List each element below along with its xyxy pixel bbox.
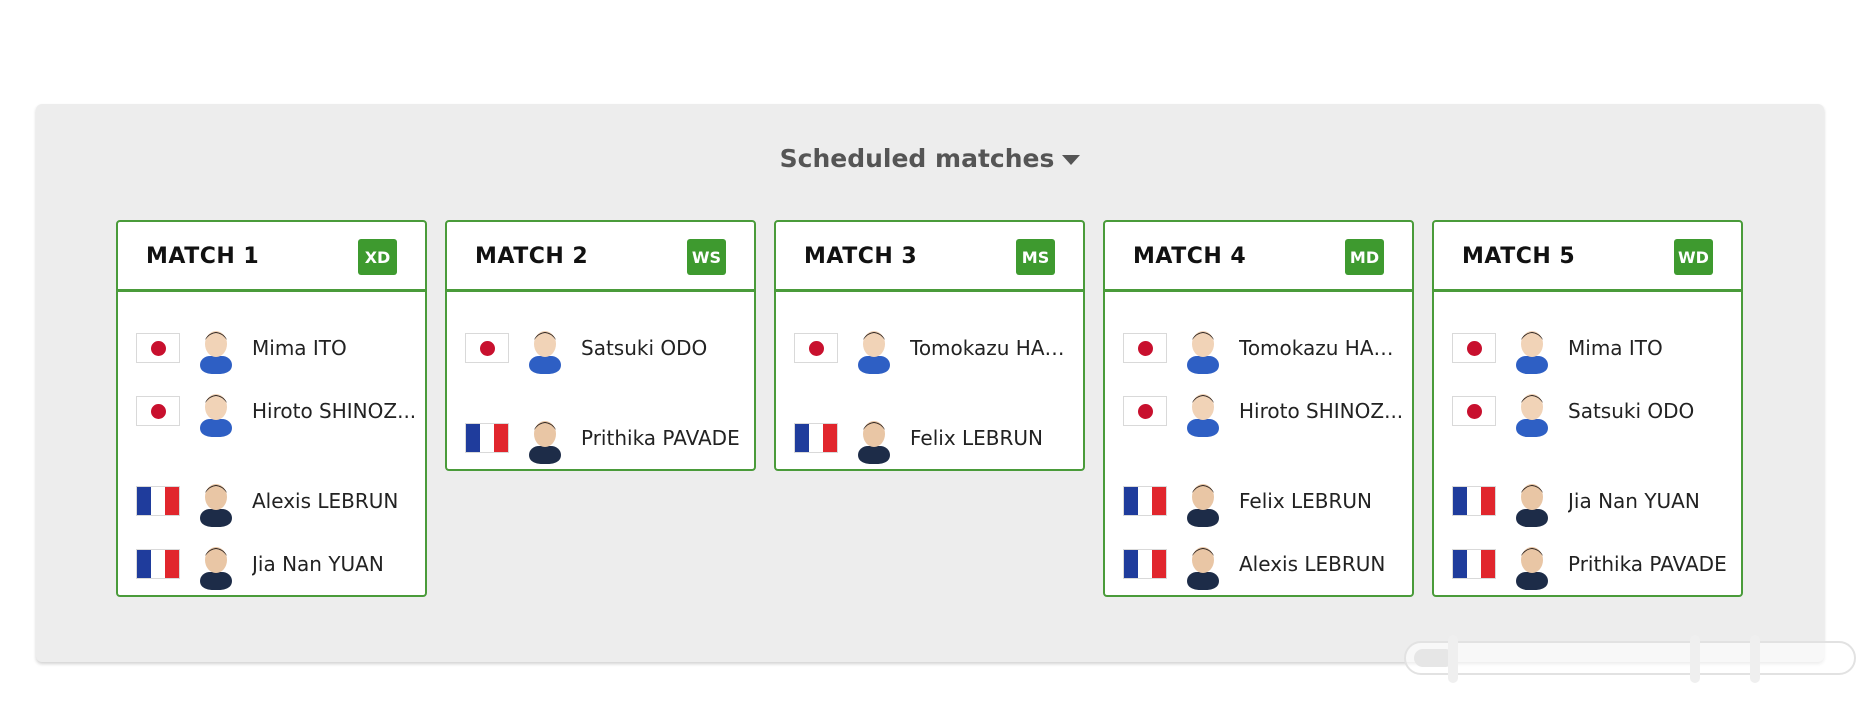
- france-flag-icon: [1452, 486, 1496, 516]
- player-name: Prithika PAVADE: [581, 426, 740, 450]
- player-name: Alexis LEBRUN: [252, 489, 399, 513]
- japan-flag-icon: [136, 396, 180, 426]
- player-name: Satsuki ODO: [1568, 399, 1695, 423]
- scrollbar-marker: [1690, 635, 1700, 683]
- scheduled-matches-dropdown[interactable]: Scheduled matches: [36, 144, 1824, 173]
- player-name: Felix LEBRUN: [1239, 489, 1373, 513]
- player-name: Tomokazu HARI...: [910, 336, 1075, 360]
- japan-flag-icon: [1452, 396, 1496, 426]
- player-avatar: [1510, 475, 1554, 527]
- player-avatar: [194, 538, 238, 590]
- match-card[interactable]: MATCH 5 WD Mima ITO Satsuki ODO Jia Nan YUAN…: [1432, 220, 1743, 597]
- player-avatar: [194, 475, 238, 527]
- player-avatar: [852, 412, 896, 464]
- match-card-header: MATCH 1 XD: [118, 222, 425, 292]
- player-row[interactable]: Tomokazu HARI...: [776, 320, 1083, 376]
- player-name: Tomokazu HARI...: [1239, 336, 1404, 360]
- player-name: Jia Nan YUAN: [1568, 489, 1700, 513]
- france-flag-icon: [1452, 549, 1496, 579]
- japan-flag-icon: [1123, 396, 1167, 426]
- match-card[interactable]: MATCH 3 MS Tomokazu HARI... Felix LEBRUN: [774, 220, 1085, 471]
- player-row[interactable]: Jia Nan YUAN: [118, 536, 425, 592]
- player-avatar: [523, 412, 567, 464]
- france-flag-icon: [794, 423, 838, 453]
- match-card-header: MATCH 2 WS: [447, 222, 754, 292]
- match-card-header: MATCH 3 MS: [776, 222, 1083, 292]
- player-avatar: [852, 322, 896, 374]
- player-avatar: [1181, 538, 1225, 590]
- japan-flag-icon: [1123, 333, 1167, 363]
- france-flag-icon: [465, 423, 509, 453]
- match-card[interactable]: MATCH 2 WS Satsuki ODO Prithika PAVADE: [445, 220, 756, 471]
- player-name: Jia Nan YUAN: [252, 552, 384, 576]
- player-avatar: [1181, 385, 1225, 437]
- event-badge: XD: [358, 239, 397, 275]
- player-row[interactable]: Alexis LEBRUN: [118, 473, 425, 529]
- section-title: Scheduled matches: [779, 144, 1055, 173]
- player-name: Hiroto SHINOZ...: [252, 399, 417, 423]
- event-badge: MS: [1016, 239, 1055, 275]
- match-title: MATCH 2: [475, 244, 589, 269]
- scrollbar-marker: [1750, 635, 1760, 683]
- match-title: MATCH 3: [804, 244, 918, 269]
- france-flag-icon: [136, 486, 180, 516]
- match-card[interactable]: MATCH 4 MD Tomokazu HARI... Hiroto SHINOZ..…: [1103, 220, 1414, 597]
- match-card-header: MATCH 4 MD: [1105, 222, 1412, 292]
- horizontal-scrollbar[interactable]: [1404, 635, 1856, 683]
- player-name: Hiroto SHINOZ...: [1239, 399, 1404, 423]
- japan-flag-icon: [794, 333, 838, 363]
- match-title: MATCH 5: [1462, 244, 1576, 269]
- player-row[interactable]: Prithika PAVADE: [447, 410, 754, 466]
- event-badge: WS: [687, 239, 726, 275]
- player-avatar: [523, 322, 567, 374]
- japan-flag-icon: [136, 333, 180, 363]
- match-title: MATCH 4: [1133, 244, 1247, 269]
- player-row[interactable]: Satsuki ODO: [447, 320, 754, 376]
- player-avatar: [194, 385, 238, 437]
- player-avatar: [1510, 538, 1554, 590]
- player-row[interactable]: Alexis LEBRUN: [1105, 536, 1412, 592]
- player-name: Alexis LEBRUN: [1239, 552, 1386, 576]
- japan-flag-icon: [1452, 333, 1496, 363]
- player-avatar: [1181, 322, 1225, 374]
- match-card[interactable]: MATCH 1 XD Mima ITO Hiroto SHINOZ... Alexis …: [116, 220, 427, 597]
- player-row[interactable]: Tomokazu HARI...: [1105, 320, 1412, 376]
- japan-flag-icon: [465, 333, 509, 363]
- scheduled-matches-panel: Scheduled matches MATCH 1 XD Mima ITO Hirot…: [36, 104, 1824, 662]
- france-flag-icon: [1123, 549, 1167, 579]
- player-name: Felix LEBRUN: [910, 426, 1044, 450]
- player-name: Mima ITO: [1568, 336, 1663, 360]
- player-avatar: [1510, 322, 1554, 374]
- caret-down-icon: [1062, 154, 1081, 165]
- player-row[interactable]: Mima ITO: [118, 320, 425, 376]
- player-row[interactable]: Hiroto SHINOZ...: [118, 383, 425, 439]
- france-flag-icon: [136, 549, 180, 579]
- player-row[interactable]: Felix LEBRUN: [1105, 473, 1412, 529]
- player-avatar: [1510, 385, 1554, 437]
- player-name: Satsuki ODO: [581, 336, 708, 360]
- player-row[interactable]: Felix LEBRUN: [776, 410, 1083, 466]
- player-row[interactable]: Hiroto SHINOZ...: [1105, 383, 1412, 439]
- player-avatar: [1181, 475, 1225, 527]
- event-badge: MD: [1345, 239, 1384, 275]
- match-title: MATCH 1: [146, 244, 260, 269]
- player-row[interactable]: Mima ITO: [1434, 320, 1741, 376]
- france-flag-icon: [1123, 486, 1167, 516]
- match-card-header: MATCH 5 WD: [1434, 222, 1741, 292]
- event-badge: WD: [1674, 239, 1713, 275]
- player-row[interactable]: Prithika PAVADE: [1434, 536, 1741, 592]
- player-avatar: [194, 322, 238, 374]
- player-name: Prithika PAVADE: [1568, 552, 1727, 576]
- player-name: Mima ITO: [252, 336, 347, 360]
- player-row[interactable]: Jia Nan YUAN: [1434, 473, 1741, 529]
- scrollbar-marker: [1448, 635, 1458, 683]
- player-row[interactable]: Satsuki ODO: [1434, 383, 1741, 439]
